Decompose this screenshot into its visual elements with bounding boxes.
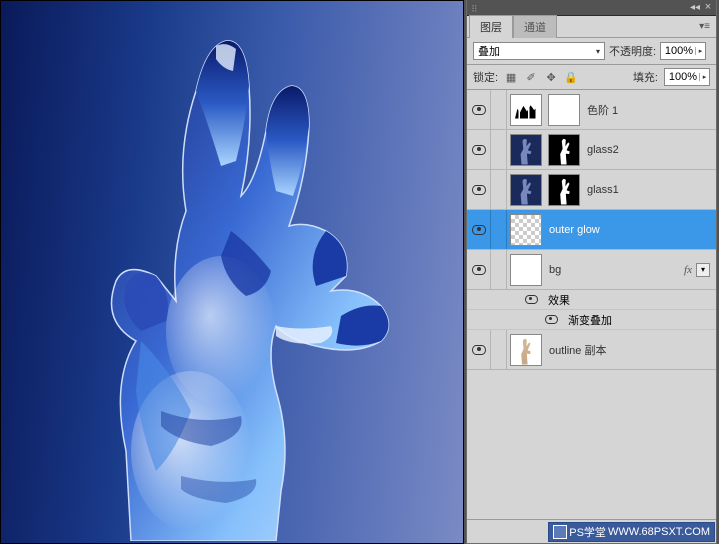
- layers-panel: ⠿ ◂◂ × 图层 通道 ▾≡ 叠加 ▾ 不透明度: ▸ 锁定: ▦ ✐ ✥ 🔒…: [466, 0, 717, 544]
- fx-gradient-label: 渐变叠加: [568, 312, 612, 328]
- layer-mask-thumb[interactable]: [548, 94, 580, 126]
- watermark-url: WWW.68PSXT.COM: [608, 526, 710, 538]
- layer-name[interactable]: glass2: [583, 144, 716, 156]
- eye-icon[interactable]: [525, 295, 538, 304]
- layer-name[interactable]: glass1: [583, 184, 716, 196]
- visibility-toggle[interactable]: [467, 330, 491, 369]
- layer-name[interactable]: 色阶 1: [583, 102, 716, 118]
- layer-row[interactable]: bg fx ▾: [467, 250, 716, 290]
- watermark-brand: PS学堂: [569, 524, 606, 540]
- layer-row[interactable]: 色阶 1: [467, 90, 716, 130]
- fill-arrow-icon[interactable]: ▸: [699, 73, 709, 81]
- visibility-toggle[interactable]: [467, 130, 491, 169]
- eye-icon: [472, 145, 486, 155]
- link-cell[interactable]: [491, 210, 507, 249]
- layer-row[interactable]: glass2: [467, 130, 716, 170]
- layer-thumb[interactable]: [510, 334, 542, 366]
- eye-icon: [472, 265, 486, 275]
- opacity-input[interactable]: ▸: [660, 42, 706, 60]
- lock-all-icon[interactable]: 🔒: [564, 70, 578, 84]
- link-cell[interactable]: [491, 90, 507, 129]
- link-cell[interactable]: [491, 170, 507, 209]
- watermark-logo-icon: [553, 525, 567, 539]
- lock-label: 锁定:: [473, 69, 498, 85]
- visibility-toggle[interactable]: [467, 250, 491, 289]
- fx-indicator: fx: [684, 264, 692, 276]
- layer-thumb[interactable]: [510, 214, 542, 246]
- opacity-value[interactable]: [661, 45, 695, 57]
- eye-icon[interactable]: [545, 315, 558, 324]
- fx-effects-row[interactable]: 效果: [467, 290, 716, 310]
- eye-icon: [472, 345, 486, 355]
- lock-row: 锁定: ▦ ✐ ✥ 🔒 填充: ▸: [467, 65, 716, 90]
- fx-effects-label: 效果: [548, 292, 570, 308]
- fx-toggle-icon[interactable]: ▾: [696, 263, 710, 277]
- layer-name[interactable]: outer glow: [545, 224, 716, 236]
- layers-list[interactable]: 色阶 1 glass2 glass1 outer glow bg: [467, 90, 716, 506]
- watermark: PS学堂 WWW.68PSXT.COM: [548, 522, 715, 542]
- document-canvas[interactable]: [0, 0, 464, 544]
- opacity-label: 不透明度:: [609, 43, 656, 59]
- layer-row-selected[interactable]: outer glow: [467, 210, 716, 250]
- artwork-hand: [81, 31, 411, 541]
- panel-menu-icon[interactable]: ▾≡: [699, 21, 710, 32]
- layer-row[interactable]: glass1: [467, 170, 716, 210]
- fill-label: 填充:: [633, 69, 658, 85]
- visibility-toggle[interactable]: [467, 210, 491, 249]
- tab-layers[interactable]: 图层: [469, 15, 513, 38]
- close-icon[interactable]: ×: [702, 0, 714, 14]
- fx-gradient-overlay-row[interactable]: 渐变叠加: [467, 310, 716, 330]
- eye-icon: [472, 185, 486, 195]
- eye-icon: [472, 105, 486, 115]
- panel-header: ⠿ ◂◂ ×: [467, 0, 716, 16]
- layer-thumb[interactable]: [510, 254, 542, 286]
- tab-channels[interactable]: 通道: [513, 15, 557, 38]
- layer-mask-thumb[interactable]: [548, 174, 580, 206]
- link-cell[interactable]: [491, 330, 507, 369]
- layer-name[interactable]: bg: [545, 264, 684, 276]
- fill-input[interactable]: ▸: [664, 68, 710, 86]
- chevron-down-icon: ▾: [596, 47, 600, 56]
- lock-position-icon[interactable]: ✥: [544, 70, 558, 84]
- visibility-toggle[interactable]: [467, 90, 491, 129]
- eye-icon: [472, 225, 486, 235]
- layer-mask-thumb[interactable]: [548, 134, 580, 166]
- collapse-icon[interactable]: ◂◂: [688, 0, 702, 14]
- layer-thumb[interactable]: [510, 134, 542, 166]
- layer-row[interactable]: outline 副本: [467, 330, 716, 370]
- lock-transparency-icon[interactable]: ▦: [504, 70, 518, 84]
- link-cell[interactable]: [491, 250, 507, 289]
- panel-tabs: 图层 通道 ▾≡: [467, 16, 716, 38]
- layer-thumb-levels[interactable]: [510, 94, 542, 126]
- panel-grip-icon[interactable]: ⠿: [471, 4, 479, 15]
- lock-paint-icon[interactable]: ✐: [524, 70, 538, 84]
- layer-thumb[interactable]: [510, 174, 542, 206]
- link-cell[interactable]: [491, 130, 507, 169]
- fill-value[interactable]: [665, 71, 699, 83]
- blend-mode-value: 叠加: [478, 43, 500, 59]
- visibility-toggle[interactable]: [467, 170, 491, 209]
- blend-row: 叠加 ▾ 不透明度: ▸: [467, 38, 716, 65]
- layer-name[interactable]: outline 副本: [545, 342, 716, 358]
- blend-mode-select[interactable]: 叠加 ▾: [473, 42, 605, 60]
- opacity-arrow-icon[interactable]: ▸: [695, 47, 705, 55]
